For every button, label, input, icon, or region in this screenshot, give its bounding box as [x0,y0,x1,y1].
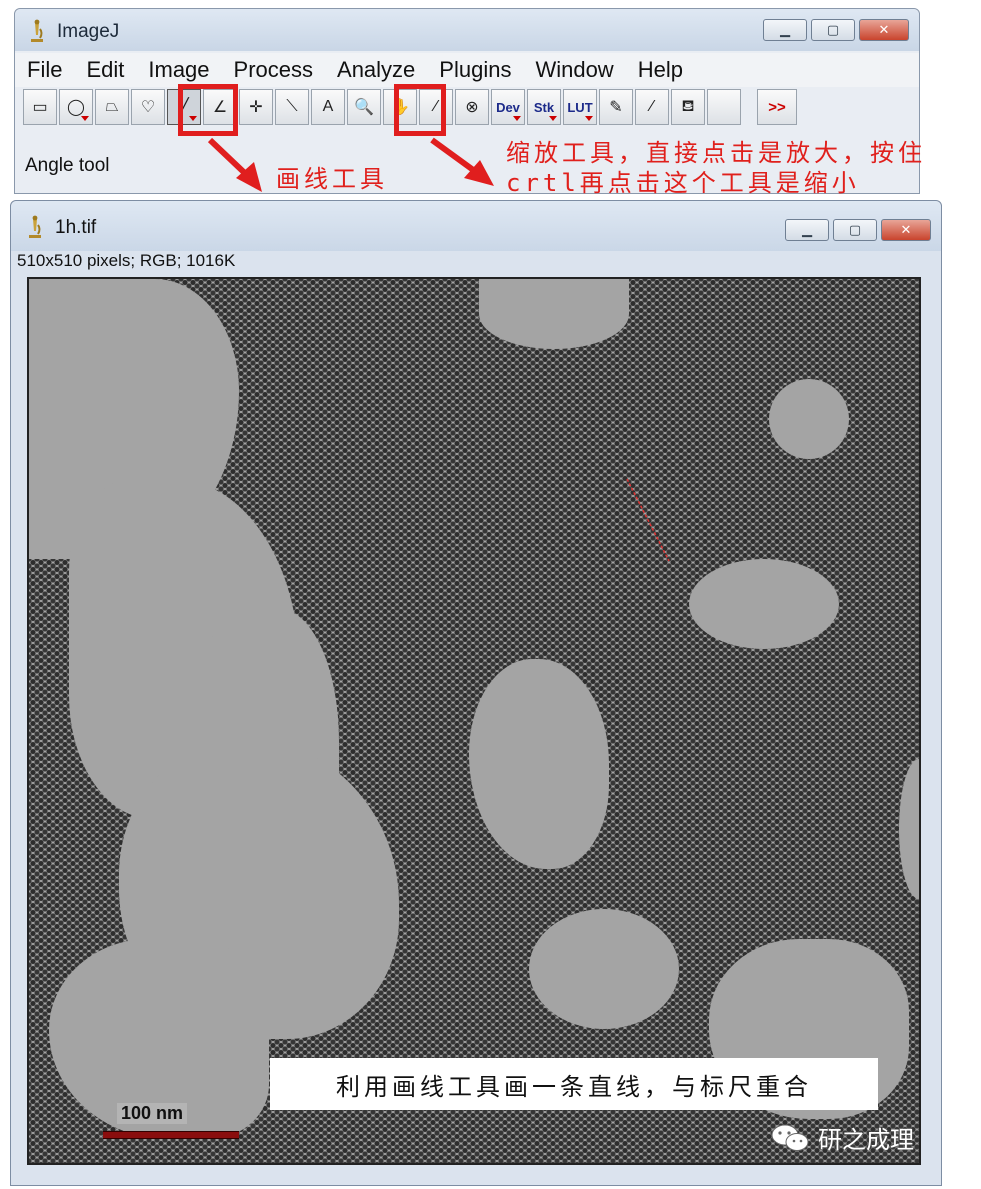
freehand-tool[interactable]: ♡ [131,89,165,125]
image-minimize-button[interactable]: ▁ [785,219,829,241]
more-icon: >> [768,98,786,116]
image-window: 1h.tif ▁ ▢ ✕ 510x510 pixels; RGB; 1016K [10,200,942,1186]
floodfill-icon: ⛾ [681,98,695,115]
lut-icon: LUT [567,99,593,115]
floodfill-tool[interactable]: ⛾ [671,89,705,125]
menu-process[interactable]: Process [222,53,325,87]
close-button[interactable]: ✕ [859,19,909,41]
menu-file[interactable]: File [15,53,74,87]
wand-icon: ⟍ [286,98,298,115]
pencil-tool[interactable]: ✎ [599,89,633,125]
submenu-indicator [513,116,521,121]
bottom-annotation: 利用画线工具画一条直线，与标尺重合 [270,1058,878,1110]
zoom-annotation-line2: crtl再点击这个工具是缩小 [506,169,860,197]
scale-bar [103,1131,239,1139]
close-icon: ✕ [900,222,912,238]
brush-tool[interactable]: ⁄ [635,89,669,125]
menu-plugins[interactable]: Plugins [427,53,523,87]
menu-analyze[interactable]: Analyze [325,53,427,87]
submenu-indicator [585,116,593,121]
minimize-icon: ▁ [780,22,790,38]
freehand-icon: ♡ [140,99,156,116]
menu-image[interactable]: Image [136,53,221,87]
rectangle-icon: ▭ [32,99,48,116]
menu-bar: File Edit Image Process Analyze Plugins … [15,53,919,87]
image-title: 1h.tif [55,217,97,238]
status-text: Angle tool [25,155,110,176]
scale-bar-label: 100 nm [117,1103,188,1124]
stop-icon: ⊗ [465,99,479,116]
image-info: 510x510 pixels; RGB; 1016K [17,251,236,270]
oval-tool[interactable]: ◯ [59,89,93,125]
line-tool-highlight [178,84,238,136]
maximize-icon: ▢ [848,222,862,238]
measurement-line[interactable] [29,279,919,1163]
menu-help[interactable]: Help [626,53,695,87]
menu-edit[interactable]: Edit [74,53,136,87]
dev-tool[interactable]: Dev [491,89,525,125]
image-maximize-button[interactable]: ▢ [833,219,877,241]
submenu-indicator [81,116,89,121]
magnifier-tool-highlight [394,84,446,136]
pencil-icon: ✎ [609,99,623,116]
minimize-icon: ▁ [802,222,812,238]
microscope-icon [29,215,41,238]
dev-icon: Dev [496,99,520,115]
maximize-icon: ▢ [826,22,840,38]
rectangle-tool[interactable]: ▭ [23,89,57,125]
microscope-icon [31,19,43,42]
magnifier-tool[interactable]: 🔍 [347,89,381,125]
line-tool-annotation: 画线工具 [276,165,388,193]
minimize-button[interactable]: ▁ [763,19,807,41]
image-title-bar[interactable]: 1h.tif ▁ ▢ ✕ [11,201,941,251]
submenu-indicator [549,116,557,121]
maximize-button[interactable]: ▢ [811,19,855,41]
zoom-annotation-line1: 缩放工具，直接点击是放大，按住 [506,139,926,167]
title-bar[interactable]: ImageJ ▁ ▢ ✕ [15,9,919,51]
close-icon: ✕ [878,22,890,38]
blank-tool[interactable] [707,89,741,125]
stk-tool[interactable]: Stk [527,89,561,125]
brush-icon: ⁄ [650,98,654,115]
text-icon: A [322,98,334,115]
image-close-button[interactable]: ✕ [881,219,931,241]
lut-tool[interactable]: LUT [563,89,597,125]
menu-window[interactable]: Window [523,53,625,87]
point-tool[interactable]: ✛ [239,89,273,125]
more-tools[interactable]: >> [757,89,797,125]
magnifier-icon: 🔍 [354,99,374,116]
polygon-icon: ⏢ [105,98,119,115]
oval-icon: ◯ [67,99,85,116]
app-title: ImageJ [57,21,120,42]
watermark-text: 研之成理 [818,1126,914,1154]
text-tool[interactable]: A [311,89,345,125]
watermark: 研之成理 [770,1120,914,1155]
stop-tool[interactable]: ⊗ [455,89,489,125]
point-icon: ✛ [249,99,263,116]
stk-icon: Stk [533,99,555,115]
wand-tool[interactable]: ⟍ [275,89,309,125]
polygon-tool[interactable]: ⏢ [95,89,129,125]
image-canvas[interactable]: 100 nm [27,277,921,1165]
wechat-icon [771,1124,809,1151]
